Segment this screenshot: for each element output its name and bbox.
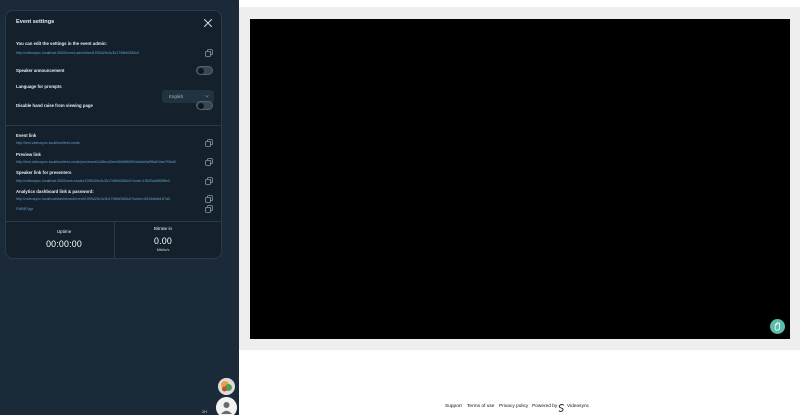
- footer-support-link[interactable]: Support: [445, 404, 462, 409]
- footer-brand-link[interactable]: Videosync: [567, 404, 589, 409]
- toggle-knob: [198, 68, 204, 74]
- panel-title: Event settings: [16, 19, 55, 25]
- admin-link[interactable]: http://videosync.localhost:3000/event-ad…: [16, 51, 194, 55]
- copy-admin-link-icon[interactable]: [205, 49, 213, 57]
- speaker-link-label: Speaker link for presenters: [16, 170, 72, 175]
- video-player[interactable]: [250, 19, 790, 339]
- uptime-label: Uptime: [56, 229, 72, 234]
- bitrate-label: Bitrate in: [153, 226, 173, 231]
- language-select-value: English: [169, 94, 184, 99]
- section-divider: [6, 125, 221, 126]
- user-avatar[interactable]: [218, 378, 235, 395]
- edit-settings-label: You can edit the settings in the event a…: [16, 41, 107, 46]
- language-label: Language for prompts: [16, 84, 62, 89]
- disable-hand-raise-label: Disable hand raise from viewing page: [16, 103, 93, 108]
- footer-privacy-link[interactable]: Privacy policy: [499, 404, 528, 409]
- analytics-password[interactable]: FMBB7ygr: [16, 207, 194, 211]
- analytics-label: Analytics dashboard link & password:: [16, 189, 94, 194]
- preview-link[interactable]: http://test.videosync.localhost/test-mod…: [16, 160, 194, 164]
- copy-event-link-icon[interactable]: [205, 139, 213, 147]
- disable-hand-raise-toggle[interactable]: [196, 101, 213, 110]
- bitrate-value: 0.00: [154, 236, 172, 246]
- bitrate-unit: Mbits/s: [156, 247, 170, 252]
- viewer-count-badge: 2H: [202, 409, 208, 414]
- copy-preview-link-icon[interactable]: [205, 158, 213, 166]
- event-settings-panel: Event settings You can edit the settings…: [5, 10, 222, 259]
- toggle-knob: [198, 103, 204, 109]
- copy-password-icon[interactable]: [205, 205, 213, 213]
- sidebar: Event settings You can edit the settings…: [0, 0, 239, 415]
- preview-link-label: Preview link: [16, 152, 41, 157]
- event-link-label: Event link: [16, 133, 37, 138]
- analytics-link[interactable]: http://videosync.localhost/dashboard/eve…: [16, 197, 194, 201]
- raise-hand-button[interactable]: [770, 319, 785, 334]
- videosync-logo-icon: [558, 404, 565, 412]
- footer-powered-by: Powered by: [532, 404, 558, 409]
- speaker-announcement-label: Speaker announcement: [16, 68, 65, 73]
- speaker-link[interactable]: http://videosync.localhost:3000/web-stud…: [16, 179, 194, 183]
- presenter-avatar[interactable]: [216, 397, 237, 415]
- event-link[interactable]: http://test.videosync.localhost/test-mod…: [16, 141, 194, 145]
- footer-terms-link[interactable]: Terms of use: [467, 404, 494, 409]
- close-icon[interactable]: [203, 18, 213, 28]
- person-icon: [216, 397, 237, 415]
- chevron-down-icon: [205, 95, 209, 98]
- speaker-announcement-toggle[interactable]: [196, 66, 213, 75]
- copy-speaker-link-icon[interactable]: [205, 177, 213, 185]
- uptime-value: 00:00:00: [46, 239, 82, 249]
- avatar-image-icon: [218, 378, 235, 395]
- hand-icon: [774, 322, 780, 331]
- copy-analytics-link-icon[interactable]: [205, 195, 213, 203]
